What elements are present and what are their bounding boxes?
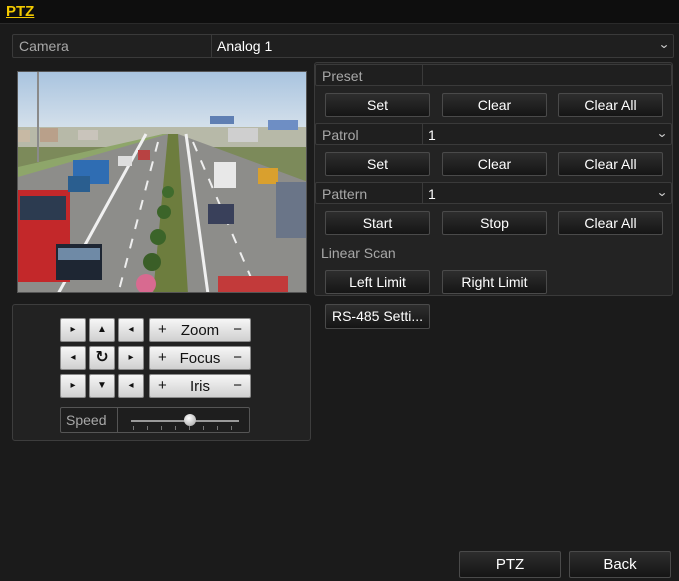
- arrow-up-button[interactable]: ▲: [89, 318, 115, 342]
- arrow-right-icon: ▸: [128, 352, 134, 363]
- iris-control[interactable]: + Iris −: [149, 374, 251, 398]
- title-bar: PTZ: [0, 0, 679, 24]
- patrol-select-value[interactable]: 1: [428, 127, 436, 143]
- preset-row: Preset: [315, 64, 672, 86]
- speed-label: Speed: [66, 412, 107, 428]
- ptz-button[interactable]: PTZ: [459, 551, 561, 578]
- speed-knob[interactable]: [184, 414, 197, 426]
- pattern-label: Pattern: [322, 186, 368, 202]
- camera-preview: [17, 71, 307, 293]
- arrow-left-button[interactable]: ◂: [60, 346, 86, 370]
- patrol-label: Patrol: [322, 127, 359, 143]
- preset-set-button[interactable]: Set: [325, 93, 430, 117]
- chevron-down-icon[interactable]: ⌄: [658, 37, 670, 51]
- arrow-down-left-icon: ▸: [70, 380, 76, 391]
- auto-scan-button[interactable]: ↻: [89, 346, 115, 370]
- arrow-up-icon: ▲: [97, 324, 107, 335]
- zoom-control[interactable]: + Zoom −: [149, 318, 251, 342]
- speed-slider[interactable]: Speed: [60, 407, 250, 433]
- camera-label: Camera: [19, 38, 69, 54]
- arrow-left-icon: ◂: [70, 352, 76, 363]
- preset-clear-all-button[interactable]: Clear All: [558, 93, 663, 117]
- chevron-down-icon[interactable]: ⌄: [656, 185, 668, 199]
- arrow-down-right-button[interactable]: ◂: [118, 374, 144, 398]
- refresh-icon: ↻: [95, 349, 109, 366]
- preset-clear-button[interactable]: Clear: [442, 93, 547, 117]
- pattern-row[interactable]: Pattern 1 ⌄: [315, 182, 672, 204]
- pattern-select-value[interactable]: 1: [428, 186, 436, 202]
- right-limit-button[interactable]: Right Limit: [442, 270, 547, 294]
- patrol-row[interactable]: Patrol 1 ⌄: [315, 123, 672, 145]
- preset-label: Preset: [322, 68, 363, 84]
- left-limit-button[interactable]: Left Limit: [325, 270, 430, 294]
- iris-minus-button[interactable]: −: [233, 377, 242, 394]
- arrow-up-right-icon: ◂: [128, 324, 134, 335]
- rs485-settings-button[interactable]: RS-485 Setti...: [325, 304, 430, 329]
- focus-minus-button[interactable]: −: [233, 349, 242, 366]
- arrow-up-right-button[interactable]: ◂: [118, 318, 144, 342]
- arrow-up-left-icon: ▸: [70, 324, 76, 335]
- patrol-set-button[interactable]: Set: [325, 152, 430, 176]
- arrow-down-right-icon: ◂: [128, 380, 134, 391]
- zoom-minus-button[interactable]: −: [233, 321, 242, 338]
- camera-row[interactable]: Camera Analog 1 ⌄: [12, 34, 674, 58]
- arrow-up-left-button[interactable]: ▸: [60, 318, 86, 342]
- arrow-right-button[interactable]: ▸: [118, 346, 144, 370]
- arrow-down-button[interactable]: ▼: [89, 374, 115, 398]
- pattern-start-button[interactable]: Start: [325, 211, 430, 235]
- chevron-down-icon[interactable]: ⌄: [656, 126, 668, 140]
- focus-control[interactable]: + Focus −: [149, 346, 251, 370]
- back-button[interactable]: Back: [569, 551, 671, 578]
- arrow-down-left-button[interactable]: ▸: [60, 374, 86, 398]
- patrol-clear-all-button[interactable]: Clear All: [558, 152, 663, 176]
- patrol-clear-button[interactable]: Clear: [442, 152, 547, 176]
- arrow-down-icon: ▼: [97, 380, 107, 391]
- pattern-stop-button[interactable]: Stop: [442, 211, 547, 235]
- page-title: PTZ: [6, 3, 35, 20]
- pattern-clear-all-button[interactable]: Clear All: [558, 211, 663, 235]
- camera-select-value[interactable]: Analog 1: [217, 38, 272, 54]
- linear-scan-row: Linear Scan: [315, 242, 672, 264]
- camera-preview-image: [18, 72, 306, 292]
- linear-scan-label: Linear Scan: [321, 245, 396, 261]
